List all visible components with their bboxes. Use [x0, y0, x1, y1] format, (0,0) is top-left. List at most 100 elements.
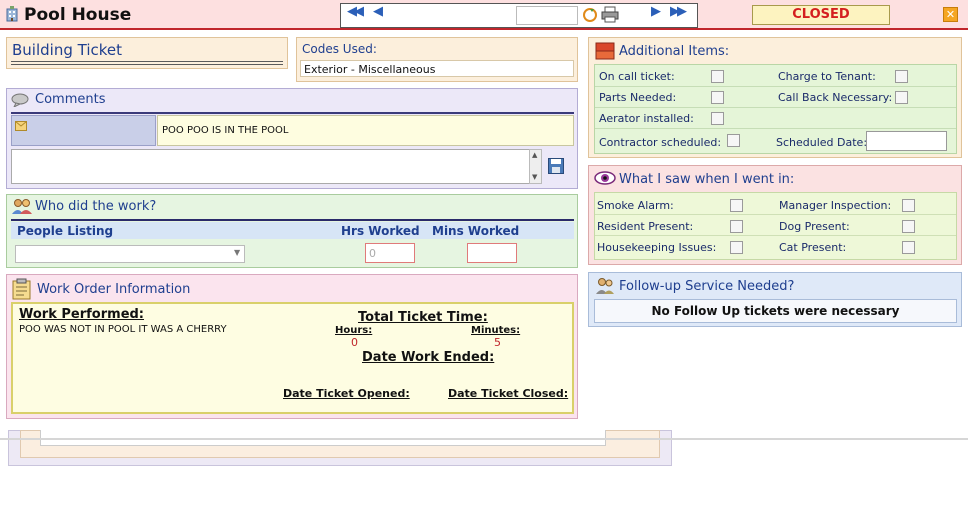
person-select[interactable]: ▼ — [15, 245, 245, 263]
manager-inspection-checkbox[interactable] — [902, 199, 915, 212]
title-underline-2 — [11, 64, 283, 65]
call-back-checkbox[interactable] — [895, 91, 908, 104]
follow-up-panel: Follow-up Service Needed? No Follow Up t… — [588, 272, 962, 327]
work-performed-label: Work Performed: — [19, 307, 145, 322]
follow-up-title: Follow-up Service Needed? — [619, 279, 795, 294]
manager-inspection-label: Manager Inspection: — [779, 199, 892, 212]
smoke-alarm-label: Smoke Alarm: — [597, 199, 674, 212]
what-i-saw-panel: What I saw when I went in: Smoke Alarm: … — [588, 165, 962, 265]
grid-line — [595, 214, 956, 215]
aerator-installed-checkbox[interactable] — [711, 112, 724, 125]
hrs-worked-input[interactable]: 0 — [365, 243, 415, 263]
hrs-worked-value: 0 — [369, 247, 376, 260]
toolbox-icon — [595, 42, 615, 60]
scheduled-date-label: Scheduled Date: — [776, 136, 868, 149]
comment-entry-text: POO POO IS IN THE POOL — [162, 125, 289, 136]
grid-line — [595, 235, 956, 236]
follow-up-message-box: No Follow Up tickets were necessary — [594, 299, 957, 323]
close-button[interactable]: ✕ — [943, 7, 958, 22]
codes-used-panel: Codes Used: Exterior - Miscellaneous — [296, 37, 578, 82]
grid-line — [595, 107, 956, 108]
additional-items-panel: Additional Items: On call ticket: Charge… — [588, 37, 962, 158]
date-work-ended-label: Date Work Ended: — [362, 350, 495, 365]
comment-author-cell — [11, 115, 156, 146]
additional-items-title: Additional Items: — [619, 44, 730, 59]
eye-icon — [594, 171, 616, 185]
scroll-up-icon[interactable]: ▲ — [532, 151, 537, 159]
housekeeping-issues-label: Housekeeping Issues: — [597, 241, 717, 254]
parts-needed-label: Parts Needed: — [599, 91, 677, 104]
work-order-body: Work Performed: POO WAS NOT IN POOL IT W… — [11, 302, 574, 414]
hrs-worked-header: Hrs Worked — [341, 224, 420, 238]
date-ticket-closed-label: Date Ticket Closed: — [448, 387, 569, 400]
chevron-down-icon[interactable]: ▼ — [234, 248, 240, 257]
new-comment-input[interactable] — [11, 149, 530, 184]
building-ticket-panel: Building Ticket — [6, 37, 288, 69]
follow-up-people-icon — [596, 278, 614, 294]
people-icon — [12, 199, 32, 214]
mins-worked-header: Mins Worked — [432, 224, 520, 238]
work-order-panel: Work Order Information Work Performed: P… — [6, 274, 578, 419]
comments-title: Comments — [35, 92, 106, 107]
aerator-installed-label: Aerator installed: — [599, 112, 694, 125]
right-arrow-icon[interactable]: ▶ — [651, 5, 661, 19]
record-search-input[interactable] — [516, 6, 578, 25]
hours-value: 0 — [351, 336, 358, 349]
resident-present-checkbox[interactable] — [730, 220, 743, 233]
comment-scrollbar[interactable]: ▲ ▼ — [529, 149, 542, 184]
total-ticket-time-label: Total Ticket Time: — [358, 310, 488, 325]
printer-icon[interactable] — [601, 6, 619, 23]
building-icon — [6, 6, 18, 22]
who-did-work-panel: Who did the work? People Listing Hrs Wor… — [6, 194, 578, 268]
on-call-ticket-checkbox[interactable] — [711, 70, 724, 83]
double-left-arrow-icon[interactable]: ◀◀ — [347, 5, 364, 19]
housekeeping-issues-checkbox[interactable] — [730, 241, 743, 254]
left-arrow-icon[interactable]: ◀ — [373, 5, 383, 19]
grid-line — [595, 128, 956, 129]
codes-used-value: Exterior - Miscellaneous — [304, 63, 436, 76]
codes-used-value-box: Exterior - Miscellaneous — [300, 60, 574, 77]
resident-present-label: Resident Present: — [597, 220, 694, 233]
clipboard-icon — [12, 278, 31, 300]
codes-used-label: Codes Used: — [302, 42, 377, 56]
speech-bubble-icon — [11, 93, 29, 107]
work-order-title: Work Order Information — [37, 282, 191, 297]
envelope-icon — [15, 121, 27, 131]
cat-present-checkbox[interactable] — [902, 241, 915, 254]
follow-up-message: No Follow Up tickets were necessary — [651, 304, 900, 318]
grid-line — [595, 86, 956, 87]
comment-entry-cell: POO POO IS IN THE POOL — [157, 115, 574, 146]
charge-to-tenant-label: Charge to Tenant: — [778, 70, 876, 83]
minutes-value: 5 — [494, 336, 501, 349]
call-back-label: Call Back Necessary: — [778, 91, 893, 104]
mins-worked-input[interactable] — [467, 243, 517, 263]
scroll-down-icon[interactable]: ▼ — [532, 173, 537, 181]
window-title: Pool House — [24, 5, 132, 25]
dog-present-checkbox[interactable] — [902, 220, 915, 233]
minutes-label: Minutes: — [471, 325, 521, 336]
comments-panel: Comments POO POO IS IN THE POOL ▲ ▼ — [6, 88, 578, 189]
contractor-scheduled-checkbox[interactable] — [727, 134, 740, 147]
title-underline — [11, 61, 283, 62]
parts-needed-checkbox[interactable] — [711, 91, 724, 104]
double-right-arrow-icon[interactable]: ▶▶ — [670, 5, 687, 19]
refresh-icon[interactable] — [582, 7, 598, 23]
date-ticket-opened-label: Date Ticket Opened: — [283, 387, 410, 400]
building-ticket-title: Building Ticket — [12, 41, 122, 59]
scheduled-date-input[interactable] — [866, 131, 947, 151]
dialog-bottom-edge — [0, 438, 968, 440]
on-call-ticket-label: On call ticket: — [599, 70, 675, 83]
dog-present-label: Dog Present: — [779, 220, 850, 233]
work-performed-text: POO WAS NOT IN POOL IT WAS A CHERRY — [19, 324, 227, 335]
cat-present-label: Cat Present: — [779, 241, 847, 254]
contractor-scheduled-label: Contractor scheduled: — [599, 136, 722, 149]
comments-divider — [11, 112, 574, 114]
who-divider — [11, 219, 574, 221]
people-listing-header: People Listing — [17, 224, 114, 238]
save-icon[interactable] — [548, 158, 564, 174]
charge-to-tenant-checkbox[interactable] — [895, 70, 908, 83]
what-i-saw-title: What I saw when I went in: — [619, 172, 795, 187]
who-did-work-title: Who did the work? — [35, 199, 157, 214]
hours-label: Hours: — [335, 325, 373, 336]
smoke-alarm-checkbox[interactable] — [730, 199, 743, 212]
